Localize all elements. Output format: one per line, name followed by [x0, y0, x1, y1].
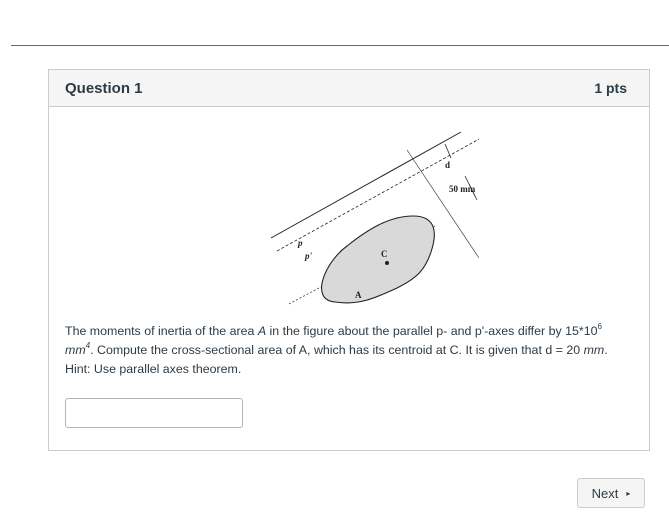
- question-header: Question 1 1 pts: [49, 70, 649, 107]
- p-axis-line: [270, 131, 462, 239]
- label-d: d: [445, 160, 450, 170]
- unit-mm: mm: [65, 343, 86, 357]
- centroid-point: [385, 261, 389, 265]
- label-p: p: [297, 238, 303, 248]
- question-text-part4: .: [604, 343, 608, 357]
- answer-input[interactable]: [65, 398, 243, 428]
- next-button-label: Next: [591, 485, 619, 501]
- question-points: 1 pts: [594, 80, 627, 96]
- top-divider: [11, 45, 669, 46]
- label-p-prime: p': [304, 251, 313, 261]
- exponent-4: 4: [85, 340, 91, 350]
- label-c: C: [381, 249, 388, 259]
- area-variable: A: [257, 324, 267, 338]
- hint-text: Hint: Use parallel axes theorem.: [65, 362, 242, 376]
- label-a: A: [355, 290, 362, 300]
- question-text-part3: . Compute the cross-sectional area of A,…: [90, 343, 584, 357]
- question-text-part1: The moments of inertia of the area: [65, 324, 258, 338]
- exponent-6: 6: [597, 321, 602, 331]
- area-a-shape: [321, 215, 435, 304]
- question-figure: d 50 mm p p' C A: [270, 131, 479, 305]
- question-text-part2: in the figure about the parallel p- and …: [266, 324, 598, 338]
- unit-mm-2: mm: [583, 343, 605, 357]
- label-50mm: 50 mm: [449, 184, 476, 194]
- next-arrow-icon: ▸: [626, 488, 631, 498]
- question-text: The moments of inertia of the area A in …: [65, 322, 635, 379]
- question-card: Question 1 1 pts d 50 mm p p' C A The mo…: [48, 69, 650, 451]
- next-button[interactable]: Next ▸: [577, 478, 645, 508]
- question-title: Question 1: [65, 79, 143, 97]
